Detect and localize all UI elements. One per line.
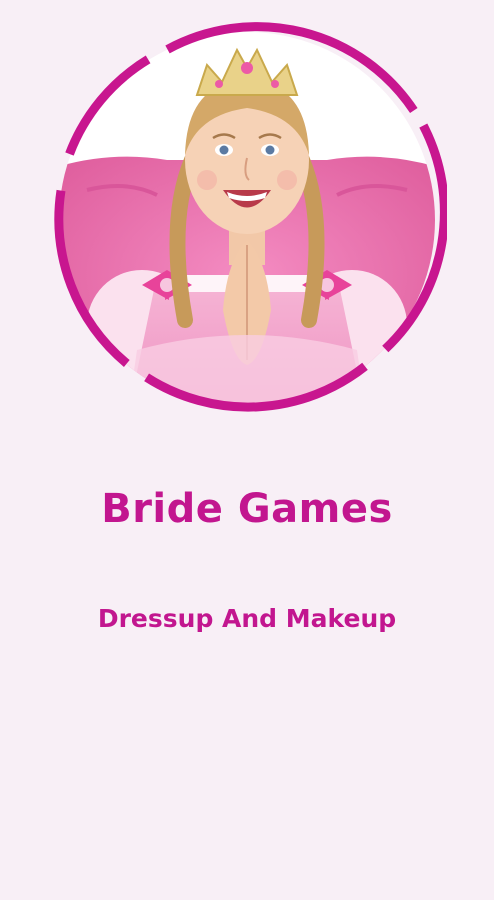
app-subtitle: Dressup And Makeup (97, 604, 397, 633)
hero-avatar (47, 20, 447, 420)
app-title: Bride Games (101, 486, 393, 532)
splash-screen: Bride Games Dressup And Makeup (0, 0, 494, 900)
portrait-image (54, 22, 447, 412)
